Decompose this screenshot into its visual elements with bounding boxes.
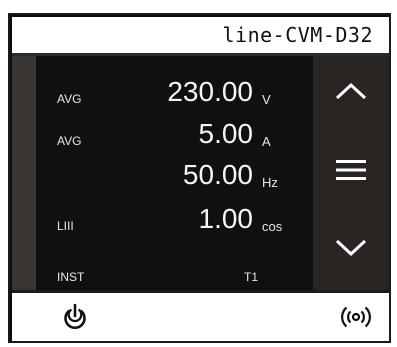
bottom-bar (12, 290, 389, 341)
chevron-up-icon (335, 82, 367, 100)
down-button[interactable] (313, 218, 389, 278)
display-screen: AVG 230.00 V AVG 5.00 A 50.00 Hz LIII 1.… (12, 56, 389, 290)
reading-unit: Hz (262, 175, 278, 190)
up-button[interactable] (313, 61, 389, 121)
power-icon (64, 303, 86, 329)
readings-panel: AVG 230.00 V AVG 5.00 A 50.00 Hz LIII 1.… (36, 56, 313, 290)
mode-label: INST (57, 270, 85, 284)
reading-value: 5.00 (198, 118, 254, 149)
title-bar: line-CVM-D32 (12, 17, 389, 56)
reading-value: 230.00 (167, 76, 253, 107)
reading-voltage: AVG 230.00 V (36, 74, 313, 114)
power-button[interactable] (55, 297, 95, 337)
reading-frequency: 50.00 Hz (36, 157, 313, 197)
reading-current: AVG 5.00 A (36, 116, 313, 156)
reading-power-factor: LIII 1.00 cos (36, 201, 313, 241)
reading-label: LIII (57, 219, 74, 233)
tariff-label: T1 (244, 270, 259, 284)
device-frame: line-CVM-D32 AVG 230.00 V AVG 5.00 A 50.… (8, 13, 391, 343)
chevron-down-icon (335, 239, 367, 257)
menu-button[interactable] (313, 140, 389, 200)
reading-unit: cos (262, 219, 283, 234)
reading-unit: A (262, 134, 271, 149)
reading-label: AVG (57, 134, 82, 148)
navigation-panel (313, 56, 389, 290)
reading-label: AVG (57, 92, 82, 106)
reading-unit: V (262, 92, 271, 107)
device-name: line-CVM-D32 (222, 23, 373, 47)
status-footer: INST T1 (36, 270, 313, 288)
wireless-signal-icon (341, 306, 371, 328)
reading-value: 50.00 (182, 159, 253, 190)
reading-value: 1.00 (198, 203, 254, 234)
left-bezel-strip (12, 56, 36, 290)
hamburger-menu-icon (336, 160, 366, 180)
wireless-button[interactable] (336, 297, 376, 337)
